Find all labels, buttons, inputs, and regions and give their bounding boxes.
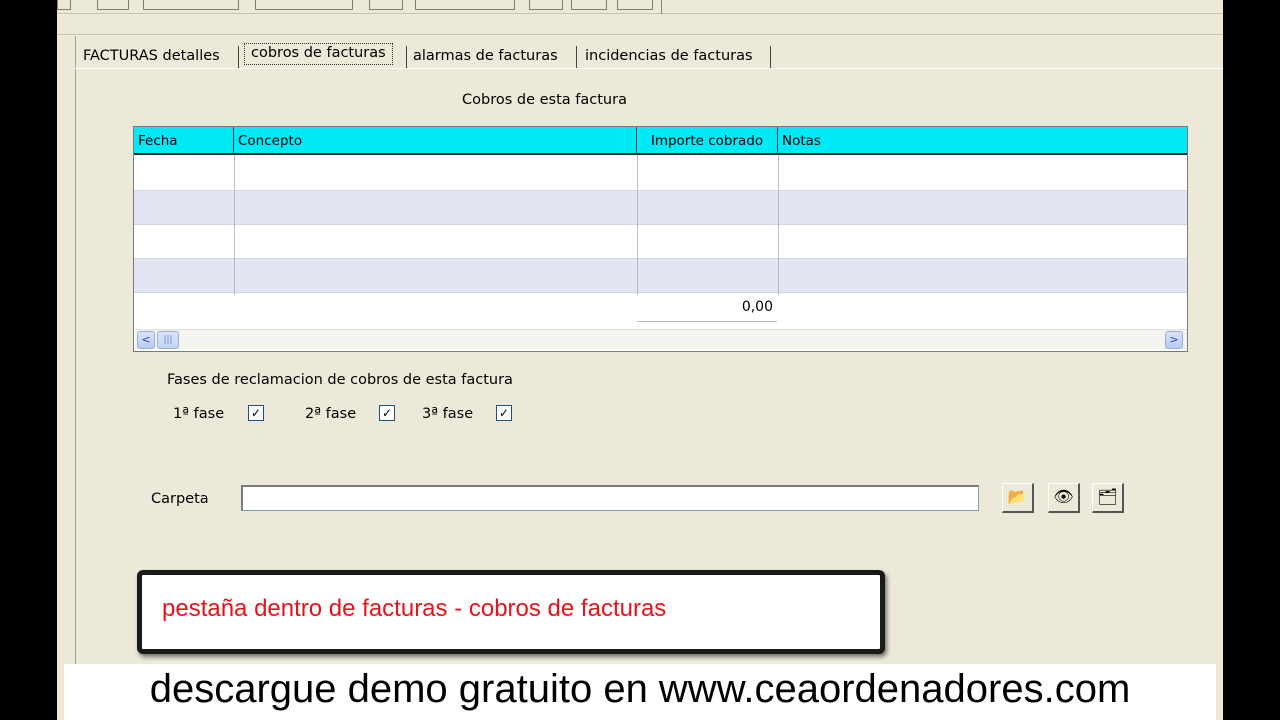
section-title: Cobros de esta factura bbox=[462, 92, 627, 108]
scroll-left-icon[interactable]: < bbox=[137, 331, 155, 349]
toolbar-button[interactable] bbox=[617, 0, 653, 10]
column-header-importe-cobrado[interactable]: Importe cobrado bbox=[637, 127, 778, 155]
scroll-thumb[interactable]: ||| bbox=[157, 331, 179, 349]
column-header-notas[interactable]: Notas bbox=[778, 127, 1187, 155]
table-row[interactable] bbox=[134, 259, 1187, 293]
callout-text: pestaña dentro de facturas - cobros de f… bbox=[162, 595, 667, 622]
eye-icon: 👁 bbox=[1053, 487, 1074, 506]
toolbar-button[interactable] bbox=[571, 0, 607, 10]
toolbar-button[interactable] bbox=[57, 0, 71, 10]
folder-tree-icon: 🗂 bbox=[1097, 487, 1118, 506]
toolbar-separator bbox=[661, 0, 662, 14]
tab-separator bbox=[406, 46, 407, 68]
tab-facturas-detalles[interactable]: FACTURAS detalles bbox=[83, 46, 220, 68]
column-divider bbox=[637, 155, 638, 295]
banner-text: descargue demo gratuito en www.ceaordena… bbox=[149, 667, 1131, 711]
phase-1-label: 1ª fase bbox=[173, 406, 225, 422]
table-row[interactable] bbox=[134, 191, 1187, 225]
folder-tree-button[interactable]: 🗂 bbox=[1092, 483, 1124, 513]
folder-path-input[interactable] bbox=[241, 485, 979, 511]
toolbar-button-group[interactable] bbox=[255, 0, 353, 10]
toolbar-button-group[interactable] bbox=[415, 0, 515, 10]
phase-2-label: 2ª fase bbox=[305, 406, 357, 422]
tab-separator bbox=[770, 46, 771, 68]
toolbar-button-group[interactable] bbox=[143, 0, 239, 10]
toolbar-button[interactable] bbox=[97, 0, 129, 10]
column-header-concepto[interactable]: Concepto bbox=[234, 127, 637, 155]
toolbar-button[interactable] bbox=[369, 0, 403, 10]
column-header-fecha[interactable]: Fecha bbox=[134, 127, 234, 155]
phase-2-checkbox[interactable]: ✓ bbox=[379, 405, 395, 421]
tab-separator bbox=[576, 46, 577, 68]
table-row[interactable] bbox=[134, 157, 1187, 191]
view-folder-button[interactable]: 👁 bbox=[1048, 483, 1080, 513]
column-divider bbox=[234, 155, 235, 295]
table-row[interactable] bbox=[134, 225, 1187, 259]
grid-header: Fecha Concepto Importe cobrado Notas bbox=[134, 127, 1187, 155]
tab-alarmas-de-facturas[interactable]: alarmas de facturas bbox=[413, 46, 558, 68]
folder-open-icon: 📂 bbox=[1007, 487, 1028, 506]
tab-separator bbox=[238, 46, 239, 68]
phases-title: Fases de reclamacion de cobros de esta f… bbox=[167, 372, 513, 388]
annotation-callout: pestaña dentro de facturas - cobros de f… bbox=[137, 570, 885, 654]
tab-baseline bbox=[75, 68, 1223, 69]
tab-cobros-de-facturas[interactable]: cobros de facturas bbox=[244, 43, 393, 65]
phase-3-checkbox[interactable]: ✓ bbox=[496, 405, 512, 421]
toolbar bbox=[57, 0, 1223, 14]
application-window: FACTURAS detalles cobros de facturas ala… bbox=[57, 0, 1223, 720]
horizontal-scrollbar[interactable]: < ||| > bbox=[135, 329, 1187, 349]
divider bbox=[57, 34, 1223, 35]
column-divider bbox=[778, 155, 779, 295]
payments-grid[interactable]: Fecha Concepto Importe cobrado Notas 0,0… bbox=[133, 126, 1188, 352]
folder-label: Carpeta bbox=[151, 491, 209, 507]
phase-1-checkbox[interactable]: ✓ bbox=[248, 405, 264, 421]
total-underline bbox=[637, 321, 777, 322]
phase-3-label: 3ª fase bbox=[422, 406, 474, 422]
importe-total: 0,00 bbox=[741, 299, 773, 315]
toolbar-button[interactable] bbox=[529, 0, 563, 10]
tab-incidencias-de-facturas[interactable]: incidencias de facturas bbox=[585, 46, 753, 68]
scroll-right-icon[interactable]: > bbox=[1165, 331, 1183, 349]
open-folder-button[interactable]: 📂 bbox=[1002, 483, 1034, 513]
promo-banner: descargue demo gratuito en www.ceaordena… bbox=[64, 664, 1216, 720]
